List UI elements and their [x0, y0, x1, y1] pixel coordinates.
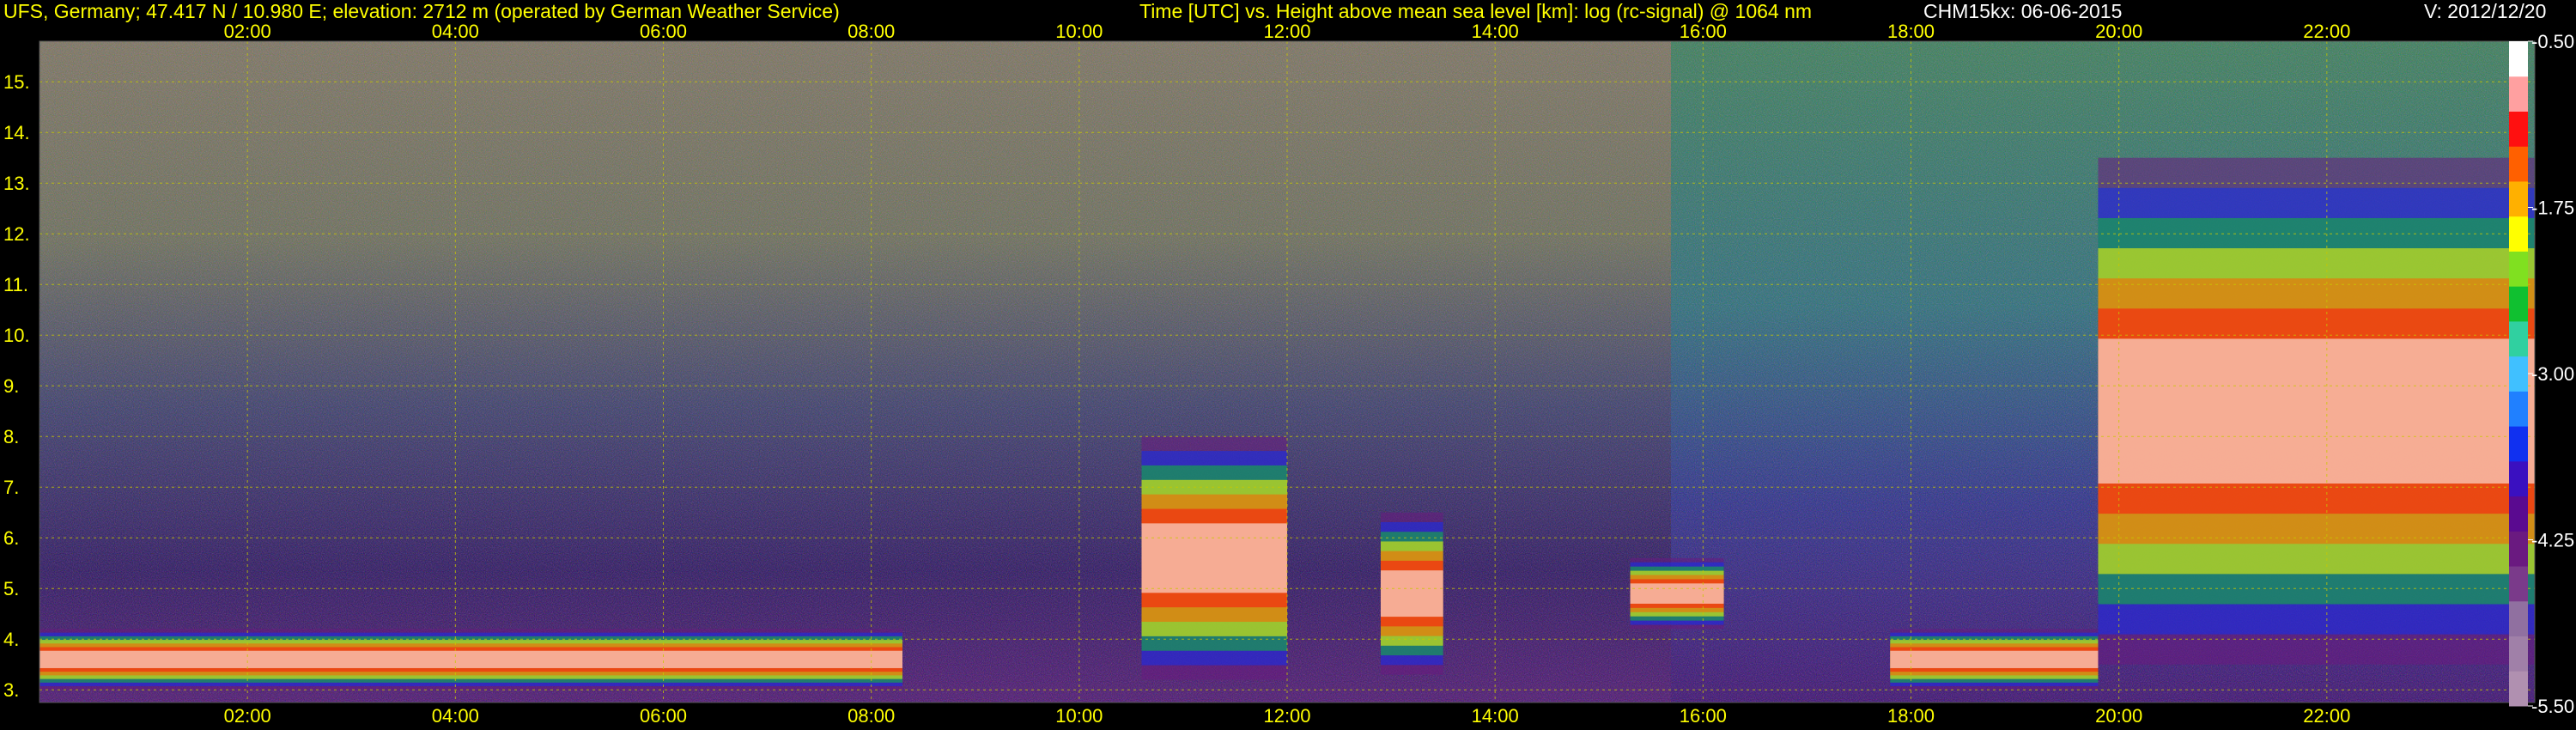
feature-boundary_layer_morning — [39, 629, 902, 690]
colorbar-segment — [2509, 460, 2528, 497]
colorbar-segment — [2509, 146, 2528, 182]
ceilometer-plot: 02:00 04:00 06:00 08:00 10:00 12:00 14:00 16:00… — [3, 21, 2574, 727]
colorbar-segment — [2509, 671, 2528, 707]
colorbar-segment — [2509, 426, 2528, 462]
x-tick-label-bottom: 12:00 — [1263, 705, 1310, 727]
colorbar-segment — [2509, 600, 2528, 637]
x-tick-label-top: 16:00 — [1680, 21, 1727, 42]
x-tick-label-bottom: 16:00 — [1680, 705, 1727, 727]
x-tick-label-top: 18:00 — [1887, 21, 1935, 42]
colorbar-tick-label: -3.00 — [2531, 363, 2574, 385]
x-tick-label-bottom: 08:00 — [848, 705, 895, 727]
x-tick-label-top: 08:00 — [848, 21, 895, 42]
y-tick-label: 6. — [3, 527, 19, 549]
feature-cloud_1030_1200 — [1141, 436, 1287, 680]
y-tick-label: 12. — [3, 223, 30, 245]
y-tick-label: 9. — [3, 375, 19, 397]
colorbar-segment — [2509, 180, 2528, 217]
y-tick-label: 7. — [3, 477, 19, 498]
colorbar-segment — [2509, 531, 2528, 567]
y-tick-label: 14. — [3, 122, 30, 143]
colorbar-segment — [2509, 216, 2528, 252]
y-tick-label: 10. — [3, 325, 30, 346]
colorbar-segment — [2509, 566, 2528, 602]
feature-cloud_1300_1330 — [1380, 512, 1443, 675]
colorbar-segment — [2509, 76, 2528, 112]
colorbar-segment — [2509, 356, 2528, 392]
colorbar-tick-label: -0.50 — [2531, 31, 2574, 52]
x-tick-label-bottom: 06:00 — [640, 705, 687, 727]
x-tick-label-bottom: 02:00 — [224, 705, 271, 727]
x-tick-label-top: 06:00 — [640, 21, 687, 42]
x-tick-label-bottom: 04:00 — [432, 705, 479, 727]
x-tick-label-top: 10:00 — [1055, 21, 1103, 42]
x-tick-label-top: 22:00 — [2303, 21, 2350, 42]
colorbar-segment — [2509, 636, 2528, 672]
colorbar-segment — [2509, 286, 2528, 322]
x-tick-label-top: 12:00 — [1263, 21, 1310, 42]
x-tick-label-top: 04:00 — [432, 21, 479, 42]
colorbar-segment — [2509, 391, 2528, 427]
x-tick-label-top: 20:00 — [2095, 21, 2142, 42]
y-tick-label: 11. — [3, 274, 28, 295]
x-tick-label-bottom: 22:00 — [2303, 705, 2350, 727]
feature-cloud_1500_1620 — [1630, 557, 1724, 630]
x-tick-label-bottom: 20:00 — [2095, 705, 2142, 727]
colorbar-segment — [2509, 320, 2528, 357]
y-tick-label: 15. — [3, 71, 30, 93]
y-tick-label: 3. — [3, 679, 19, 701]
y-tick-label: 5. — [3, 578, 19, 599]
colorbar-tick-label: -4.25 — [2531, 530, 2574, 551]
x-tick-label-top: 14:00 — [1472, 21, 1519, 42]
colorbar-tick-label: -1.75 — [2531, 198, 2574, 219]
x-tick-label-bottom: 18:00 — [1887, 705, 1935, 727]
x-tick-label-bottom: 10:00 — [1055, 705, 1103, 727]
feature-cloud_1800_2000 — [1890, 629, 2099, 690]
colorbar-tick-label: -5.50 — [2531, 696, 2574, 717]
colorbar-segment — [2509, 251, 2528, 287]
colorbar-segment — [2509, 111, 2528, 147]
colorbar-segment — [2509, 496, 2528, 532]
y-tick-label: 13. — [3, 173, 30, 194]
x-tick-label-top: 02:00 — [224, 21, 271, 42]
y-tick-label: 4. — [3, 629, 19, 650]
x-tick-label-bottom: 14:00 — [1472, 705, 1519, 727]
y-tick-label: 8. — [3, 426, 19, 447]
colorbar-segment — [2509, 41, 2528, 77]
